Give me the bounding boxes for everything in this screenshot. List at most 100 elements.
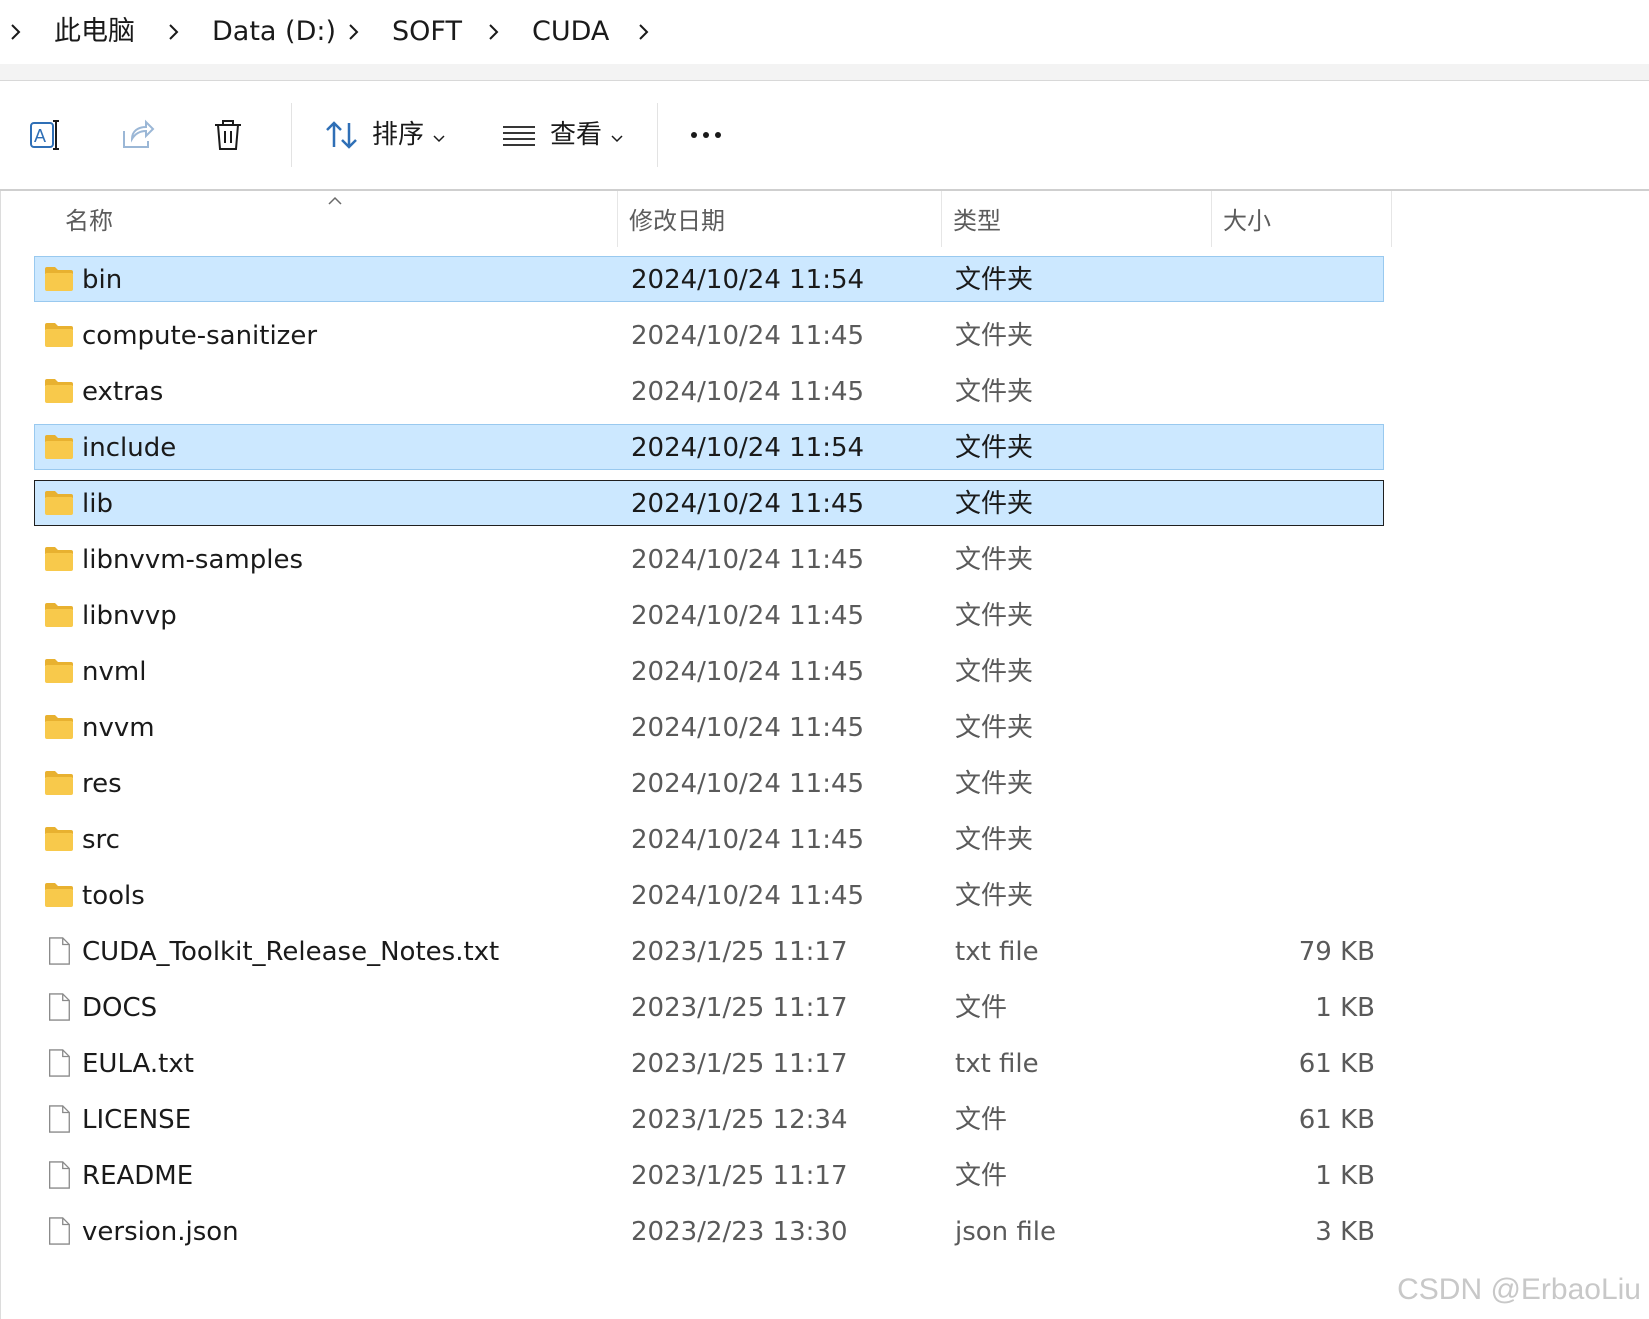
sort-icon[interactable] xyxy=(322,115,362,155)
file-name: EULA.txt xyxy=(82,1049,194,1079)
file-row[interactable]: libnvvp 2024/10/24 11:45 文件夹 xyxy=(34,592,1384,638)
file-type: 文件夹 xyxy=(955,825,1034,855)
folder-icon xyxy=(44,433,74,461)
chevron-down-icon[interactable] xyxy=(610,129,624,143)
more-icon[interactable] xyxy=(686,115,726,155)
folder-icon xyxy=(44,825,74,853)
chevron-right-icon[interactable] xyxy=(344,12,364,52)
file-date: 2023/2/23 13:30 xyxy=(631,1217,848,1247)
chevron-right-icon[interactable] xyxy=(6,12,26,52)
folder-icon xyxy=(44,881,74,909)
chevron-right-icon[interactable] xyxy=(634,12,654,52)
folder-icon xyxy=(44,321,74,349)
folder-icon xyxy=(44,489,74,517)
breadcrumb-item-data-drive[interactable]: Data (D:) xyxy=(212,12,336,52)
file-row[interactable]: lib 2024/10/24 11:45 文件夹 xyxy=(34,480,1384,526)
file-date: 2024/10/24 11:45 xyxy=(631,489,865,519)
file-date: 2024/10/24 11:45 xyxy=(631,601,865,631)
file-row[interactable]: res 2024/10/24 11:45 文件夹 xyxy=(34,760,1384,806)
file-size: 1 KB xyxy=(1315,993,1375,1023)
rename-icon[interactable]: A xyxy=(26,115,66,155)
file-date: 2024/10/24 11:45 xyxy=(631,825,865,855)
breadcrumb-item-soft[interactable]: SOFT xyxy=(392,12,462,52)
column-divider[interactable] xyxy=(617,191,618,247)
file-row[interactable]: DOCS 2023/1/25 11:17 文件 1 KB xyxy=(34,984,1384,1030)
column-header-type[interactable]: 类型 xyxy=(953,203,1001,239)
file-date: 2023/1/25 11:17 xyxy=(631,937,848,967)
column-divider[interactable] xyxy=(1391,191,1392,247)
chevron-down-icon[interactable] xyxy=(432,129,446,143)
file-type: 文件夹 xyxy=(955,321,1034,351)
file-size: 79 KB xyxy=(1298,937,1375,967)
file-row[interactable]: include 2024/10/24 11:54 文件夹 xyxy=(34,424,1384,470)
column-divider[interactable] xyxy=(1211,191,1212,247)
file-name: compute-sanitizer xyxy=(82,321,318,351)
file-date: 2024/10/24 11:54 xyxy=(631,265,865,295)
toolbar-separator xyxy=(657,103,658,167)
file-name: LICENSE xyxy=(82,1105,192,1135)
file-date: 2024/10/24 11:45 xyxy=(631,321,865,351)
chevron-right-icon[interactable] xyxy=(164,12,184,52)
file-row[interactable]: nvml 2024/10/24 11:45 文件夹 xyxy=(34,648,1384,694)
file-date: 2023/1/25 11:17 xyxy=(631,1049,848,1079)
file-name: res xyxy=(82,769,122,799)
file-row[interactable]: README 2023/1/25 11:17 文件 1 KB xyxy=(34,1152,1384,1198)
delete-icon[interactable] xyxy=(208,115,248,155)
view-icon[interactable] xyxy=(500,115,540,155)
file-name: src xyxy=(82,825,120,855)
file-row[interactable]: compute-sanitizer 2024/10/24 11:45 文件夹 xyxy=(34,312,1384,358)
file-row[interactable]: LICENSE 2023/1/25 12:34 文件 61 KB xyxy=(34,1096,1384,1142)
file-type: 文件夹 xyxy=(955,433,1034,463)
chevron-right-icon[interactable] xyxy=(484,12,504,52)
file-date: 2024/10/24 11:45 xyxy=(631,713,865,743)
file-type: 文件 xyxy=(955,993,1008,1023)
file-type: 文件 xyxy=(955,1105,1008,1135)
file-name: CUDA_Toolkit_Release_Notes.txt xyxy=(82,937,500,967)
file-type: 文件夹 xyxy=(955,545,1034,575)
file-name: lib xyxy=(82,489,113,519)
file-date: 2024/10/24 11:45 xyxy=(631,657,865,687)
file-name: DOCS xyxy=(82,993,158,1023)
file-date: 2024/10/24 11:54 xyxy=(631,433,865,463)
file-size: 61 KB xyxy=(1298,1105,1375,1135)
folder-icon xyxy=(44,265,74,293)
breadcrumb-item-this-pc[interactable]: 此电脑 xyxy=(54,12,135,52)
file-type: 文件夹 xyxy=(955,713,1034,743)
file-row[interactable]: tools 2024/10/24 11:45 文件夹 xyxy=(34,872,1384,918)
file-row[interactable]: nvvm 2024/10/24 11:45 文件夹 xyxy=(34,704,1384,750)
file-type: txt file xyxy=(955,1049,1039,1079)
address-bar-divider xyxy=(0,64,1649,81)
file-row[interactable]: version.json 2023/2/23 13:30 json file 3 KB xyxy=(34,1208,1384,1254)
column-header-name[interactable]: 名称 xyxy=(65,203,113,239)
file-row[interactable]: EULA.txt 2023/1/25 11:17 txt file 61 KB xyxy=(34,1040,1384,1086)
file-row[interactable]: bin 2024/10/24 11:54 文件夹 xyxy=(34,256,1384,302)
breadcrumb-item-cuda[interactable]: CUDA xyxy=(532,12,609,52)
file-type: 文件夹 xyxy=(955,881,1034,911)
folder-icon xyxy=(44,657,74,685)
column-header-date[interactable]: 修改日期 xyxy=(629,203,725,239)
file-size: 1 KB xyxy=(1315,1161,1375,1191)
file-row[interactable]: libnvvm-samples 2024/10/24 11:45 文件夹 xyxy=(34,536,1384,582)
file-row[interactable]: extras 2024/10/24 11:45 文件夹 xyxy=(34,368,1384,414)
svg-text:A: A xyxy=(34,126,46,146)
folder-icon xyxy=(44,545,74,573)
column-divider[interactable] xyxy=(941,191,942,247)
column-header-size[interactable]: 大小 xyxy=(1223,203,1271,239)
view-button[interactable]: 查看 xyxy=(550,113,602,157)
file-row[interactable]: CUDA_Toolkit_Release_Notes.txt 2023/1/25 … xyxy=(34,928,1384,974)
file-type: 文件夹 xyxy=(955,769,1034,799)
file-date: 2023/1/25 12:34 xyxy=(631,1105,848,1135)
file-name: include xyxy=(82,433,177,463)
file-size: 3 KB xyxy=(1315,1217,1375,1247)
share-icon[interactable] xyxy=(118,115,158,155)
sort-ascending-icon xyxy=(327,191,343,205)
file-name: extras xyxy=(82,377,164,407)
sort-button[interactable]: 排序 xyxy=(372,113,424,157)
file-icon xyxy=(44,1217,74,1245)
file-type: json file xyxy=(955,1217,1057,1247)
file-row[interactable]: src 2024/10/24 11:45 文件夹 xyxy=(34,816,1384,862)
file-icon xyxy=(44,1161,74,1189)
file-type: 文件夹 xyxy=(955,377,1034,407)
file-date: 2023/1/25 11:17 xyxy=(631,1161,848,1191)
folder-icon xyxy=(44,601,74,629)
